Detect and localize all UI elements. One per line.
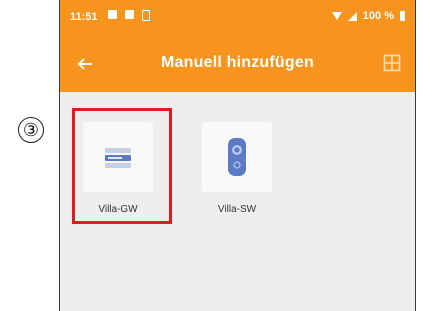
system-status-icons: 100 %: [331, 10, 405, 22]
battery-percentage: 100 %: [362, 10, 394, 22]
phone-screen: 11:51 100 % Manuell hinzufügen Villa-GW …: [59, 0, 416, 311]
scan-button[interactable]: [383, 54, 401, 72]
switch-icon: [228, 138, 246, 176]
signal-icon: [347, 11, 357, 21]
message-icon: [125, 10, 134, 19]
status-bar: 11:51 100 %: [60, 0, 415, 36]
gateway-icon: [105, 148, 131, 168]
page-title: Manuell hinzufügen: [161, 54, 314, 71]
sim-icon: [142, 10, 150, 21]
message-icon: [108, 10, 117, 19]
device-grid: Villa-GW Villa-SW: [60, 92, 415, 311]
scan-icon: [383, 54, 401, 72]
screenshot-canvas: ③ 11:51 100 % Manuell hinzufügen Villa-G…: [0, 0, 423, 311]
device-card-villa-gw[interactable]: [83, 122, 153, 192]
status-time: 11:51: [70, 11, 98, 23]
notification-icons: [108, 10, 150, 21]
app-bar: Manuell hinzufügen: [60, 36, 415, 92]
device-card-villa-sw[interactable]: [202, 122, 272, 192]
step-number-marker: ③: [18, 117, 44, 143]
device-label: Villa-GW: [98, 204, 138, 215]
battery-icon: [400, 11, 405, 21]
device-label: Villa-SW: [217, 204, 257, 215]
wifi-icon: [331, 12, 342, 20]
